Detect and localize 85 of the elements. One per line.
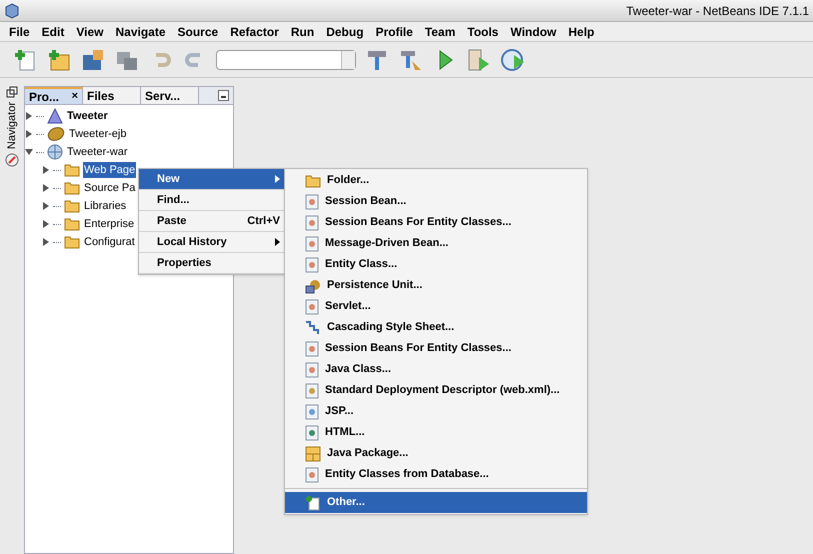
- expand-arrow-icon[interactable]: [42, 184, 50, 192]
- configuration-field[interactable]: [216, 50, 356, 70]
- bean-icon: [47, 126, 65, 142]
- menu-item[interactable]: Java Class...: [285, 359, 587, 380]
- document-icon: [305, 466, 319, 482]
- tree-item[interactable]: Tweeter-war: [66, 144, 129, 160]
- collapse-arrow-icon[interactable]: [25, 148, 33, 156]
- menu-item[interactable]: Source: [172, 22, 224, 40]
- folder-icon: [64, 181, 80, 195]
- menu-item[interactable]: Message-Driven Bean...: [285, 233, 587, 254]
- document-icon: [305, 382, 319, 398]
- document-icon: [305, 340, 319, 356]
- panel-tab[interactable]: Serv...: [141, 87, 199, 104]
- restore-window-icon[interactable]: [6, 86, 18, 98]
- cube-icon: [4, 2, 20, 18]
- package-icon: [305, 446, 321, 462]
- globe-icon: [47, 144, 63, 160]
- menu-item[interactable]: Team: [420, 22, 460, 40]
- tree-item[interactable]: Libraries: [83, 198, 128, 214]
- menu-item[interactable]: Cascading Style Sheet...: [285, 317, 587, 338]
- new-file-icon: [305, 494, 321, 510]
- stairs-icon: [305, 320, 321, 336]
- document-icon: [305, 404, 319, 420]
- menu-item[interactable]: Standard Deployment Descriptor (web.xml)...: [285, 380, 587, 401]
- menu-item[interactable]: Entity Class...: [285, 254, 587, 275]
- tree-item[interactable]: Configurat: [83, 234, 136, 250]
- expand-arrow-icon[interactable]: [42, 202, 50, 210]
- tree-item[interactable]: Web Page: [83, 162, 136, 178]
- menu-item[interactable]: Entity Classes from Database...: [285, 464, 587, 485]
- expand-arrow-icon[interactable]: [42, 220, 50, 228]
- menu-item[interactable]: Help: [563, 22, 600, 40]
- menu-item[interactable]: Window: [505, 22, 562, 40]
- menu-item[interactable]: Folder...: [285, 170, 587, 191]
- menu-item[interactable]: Tools: [462, 22, 504, 40]
- panel-tab[interactable]: Pro... ×: [25, 87, 83, 104]
- menu-item[interactable]: Debug: [321, 22, 369, 40]
- window-title: Tweeter-war - NetBeans IDE 7.1.1: [626, 2, 809, 20]
- profile-run-icon[interactable]: [500, 46, 526, 72]
- submenu-arrow-icon: [275, 238, 280, 246]
- folder-icon: [305, 174, 321, 188]
- close-tab[interactable]: ×: [72, 88, 78, 105]
- menu-item[interactable]: File: [4, 22, 35, 40]
- tree-item[interactable]: Tweeter-ejb: [68, 126, 128, 142]
- menu-item[interactable]: Refactor: [225, 22, 284, 40]
- folder-icon: [64, 199, 80, 213]
- folder-icon: [64, 163, 80, 177]
- navigator-tab[interactable]: Navigator: [4, 102, 20, 150]
- menu-item[interactable]: Session Beans For Entity Classes...: [285, 212, 587, 233]
- menu-item[interactable]: Navigate: [110, 22, 171, 40]
- expand-arrow-icon[interactable]: [42, 238, 50, 246]
- menu-item[interactable]: New: [139, 169, 284, 190]
- menu-item[interactable]: Session Bean...: [285, 191, 587, 212]
- document-icon: [305, 298, 319, 314]
- menu-item[interactable]: Other...: [285, 492, 587, 513]
- menu-item[interactable]: HTML...: [285, 422, 587, 443]
- menu-item[interactable]: Persistence Unit...: [285, 275, 587, 296]
- document-icon: [305, 256, 319, 272]
- menu-item[interactable]: JSP...: [285, 401, 587, 422]
- menu-item[interactable]: Run: [286, 22, 320, 40]
- expand-arrow-icon[interactable]: [42, 166, 50, 174]
- menu-item[interactable]: View: [71, 22, 108, 40]
- menu-item[interactable]: Session Beans For Entity Classes...: [285, 338, 587, 359]
- folder-icon: [64, 235, 80, 249]
- triangle-icon: [47, 108, 63, 124]
- tree-item[interactable]: Source Pa: [83, 180, 136, 196]
- document-icon: [305, 362, 319, 378]
- menu-item[interactable]: Java Package...: [285, 443, 587, 464]
- document-icon: [305, 236, 319, 252]
- folder-icon: [64, 217, 80, 231]
- database-icon: [305, 278, 321, 294]
- panel-tab[interactable]: Files: [83, 87, 141, 104]
- document-icon: [305, 194, 319, 210]
- compass-icon: [5, 153, 19, 168]
- menu-item[interactable]: Edit: [36, 22, 70, 40]
- tree-item[interactable]: Enterprise: [83, 216, 136, 232]
- expand-arrow-icon[interactable]: [25, 112, 33, 120]
- menu-item[interactable]: Profile: [370, 22, 418, 40]
- submenu-arrow-icon: [275, 175, 280, 183]
- menu-item[interactable]: Servlet...: [285, 296, 587, 317]
- tree-item[interactable]: Tweeter: [66, 108, 109, 124]
- document-icon: [305, 214, 319, 230]
- globe-document-icon: [305, 424, 319, 440]
- shortcut-text: Ctrl+V: [247, 214, 280, 229]
- minimize-icon[interactable]: [218, 90, 229, 101]
- expand-arrow-icon[interactable]: [25, 130, 33, 138]
